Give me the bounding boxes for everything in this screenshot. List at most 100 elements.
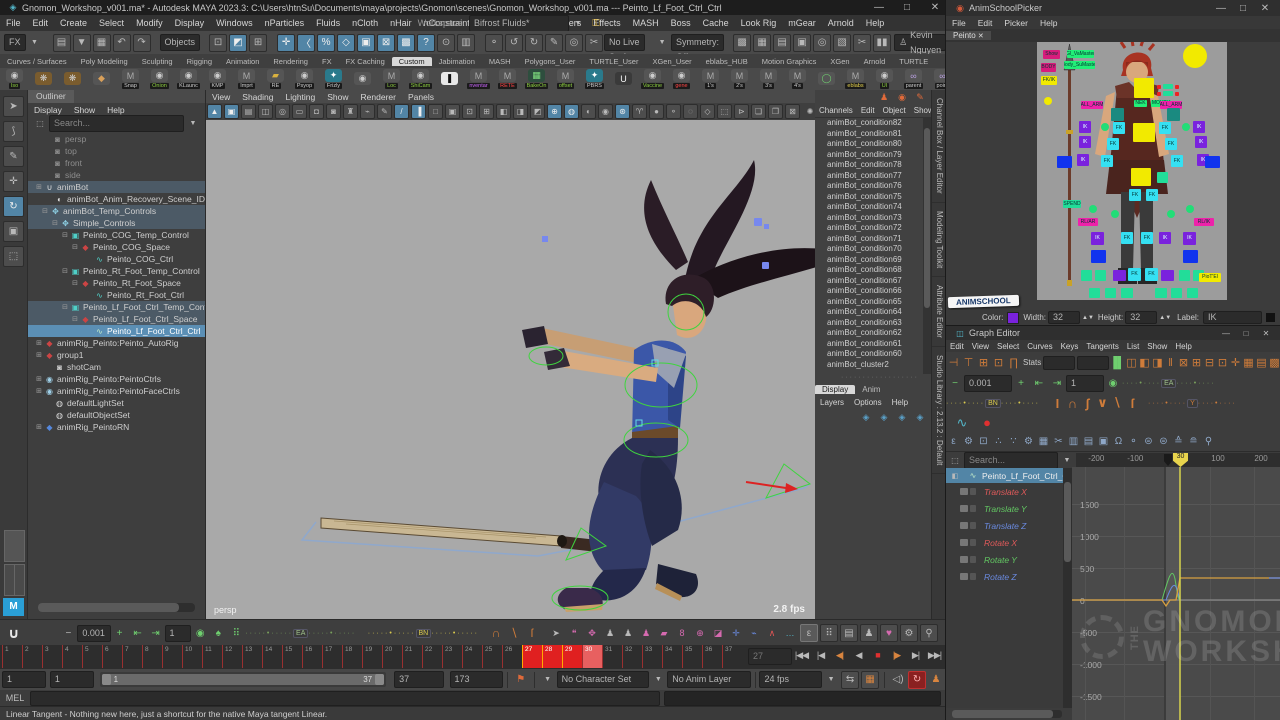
tween-slider[interactable]: ····•···· — [1122, 380, 1161, 387]
picker-select-button[interactable]: IK — [1195, 136, 1207, 148]
menu-item[interactable]: Select — [93, 18, 130, 28]
outliner-item[interactable]: ⊟ ▣ Peinto_Lf_Foot_Ctrl_Temp_Control — [28, 301, 205, 313]
viewport-toolbar-icon[interactable]: ◐ — [581, 104, 596, 119]
shelf-button[interactable]: ◆ — [87, 72, 116, 86]
viewport-toolbar-icon[interactable]: ◫ — [258, 104, 273, 119]
playback-button[interactable]: ▶▶| — [926, 647, 943, 663]
shelf-tab[interactable]: Motion Graphics — [755, 57, 824, 66]
shelf-tab[interactable]: FX — [315, 57, 339, 66]
dropdown-caret-icon[interactable]: ▼ — [650, 672, 666, 688]
channelbox-menu-item[interactable]: Channels — [815, 106, 857, 115]
buffer-curve-icon[interactable]: ⊜ — [1156, 436, 1171, 447]
viewport-toolbar-icon[interactable]: ⊞ — [479, 104, 494, 119]
animbot-tool-icon[interactable]: 8 — [674, 625, 690, 641]
user-account-button[interactable]: ♙Kevin Nguyen — [894, 34, 946, 51]
tool-icon[interactable]: ↻ — [3, 196, 24, 217]
outliner-item[interactable]: ⊟ ✥ Simple_Controls — [28, 217, 205, 229]
solo-toggle[interactable] — [970, 522, 976, 529]
outliner-item[interactable]: ◙ side — [28, 169, 205, 181]
outliner-item[interactable]: ⊟ ◆ Peinto_Rt_Foot_Space — [28, 277, 205, 289]
layer-mode-icon[interactable]: ◈ — [894, 409, 910, 425]
picker-select-button[interactable] — [1134, 78, 1154, 98]
apply-swatch[interactable] — [1266, 313, 1275, 322]
viewport-toolbar-icon[interactable]: ◎ — [275, 104, 290, 119]
tool-icon[interactable]: ⬚ — [3, 246, 24, 267]
graph-tool-icon[interactable]: ⊞ — [976, 356, 991, 369]
expand-toggle-icon[interactable]: ⊟ — [70, 279, 80, 287]
snap-icon[interactable]: ▥ — [457, 34, 475, 52]
channelbox-menu-item[interactable]: Object — [879, 106, 910, 115]
picker-select-button[interactable]: FK — [1141, 232, 1153, 244]
picker-select-button[interactable]: FK — [1146, 189, 1158, 201]
picker-select-button[interactable] — [1111, 210, 1119, 218]
dock-tab[interactable]: Studio Library : 2.13.2 : Default — [932, 347, 945, 474]
history-icon[interactable]: ↻ — [525, 34, 543, 52]
outliner-item[interactable]: ⊞ ◉ animRig_Peinto:PeintoCtrls — [28, 373, 205, 385]
picker-select-button[interactable] — [1182, 123, 1190, 131]
layout-shortcut-button[interactable] — [4, 530, 25, 562]
shelf-tab[interactable]: Jabimation — [432, 57, 482, 66]
shelf-tab[interactable]: Rendering — [266, 57, 315, 66]
outliner-item[interactable]: ◐ animBot_Anim_Recovery_Scene_ID — [28, 193, 205, 205]
graph-title-bar[interactable]: ◫ Graph Editor — □ ✕ — [946, 326, 1280, 340]
timeline-frame[interactable]: 32 — [622, 645, 642, 668]
graph-frame-icon[interactable]: ⊠ — [1177, 356, 1190, 369]
viewport-toolbar-icon[interactable]: ◙ — [326, 104, 341, 119]
outliner-item[interactable]: ⊟ ◆ Peinto_Lf_Foot_Ctrl_Space — [28, 313, 205, 325]
dropdown-caret-icon[interactable]: ▼ — [185, 116, 201, 132]
outliner-title[interactable]: Outliner — [28, 90, 74, 103]
tween-slider[interactable]: ····•···· — [1176, 380, 1215, 387]
picker-select-button[interactable]: FK — [1101, 155, 1113, 167]
picker-select-button[interactable] — [1205, 156, 1220, 168]
timeline-frame[interactable]: 21 — [402, 645, 422, 668]
render-icon[interactable]: ✂ — [853, 34, 871, 52]
selection-mask-icon[interactable]: ◩ — [229, 34, 247, 52]
picker-select-button[interactable] — [1101, 123, 1109, 131]
layer-menu-item[interactable]: Layers — [815, 398, 849, 407]
buffer-curve-icon[interactable]: ⚙ — [1021, 436, 1036, 447]
shelf-button[interactable]: ▰ RE — [261, 69, 290, 89]
buffer-curve-icon[interactable]: ∴ — [991, 436, 1006, 447]
fx-menu-select[interactable]: FX — [4, 34, 26, 51]
selection-mask-icon[interactable]: ⊞ — [249, 34, 267, 52]
visibility-icon[interactable]: ◧ — [947, 468, 963, 484]
layer-menu-item[interactable]: Options — [849, 398, 887, 407]
viewport-menu-item[interactable]: Show — [321, 92, 354, 102]
timeline-frame[interactable]: 6 — [102, 645, 122, 668]
snap-icon[interactable]: ⊙ — [437, 34, 455, 52]
channel-scrollbar[interactable] — [923, 118, 931, 374]
shelf-button[interactable]: ◉ — [348, 72, 377, 86]
solo-toggle[interactable] — [970, 539, 976, 546]
shelf-button[interactable]: ◉ ShiCam — [406, 69, 435, 89]
expand-toggle-icon[interactable]: ⊞ — [34, 351, 44, 359]
graph-frame-icon[interactable]: ✛ — [1229, 356, 1242, 369]
shelf-tab[interactable]: Polygons_User — [518, 57, 583, 66]
menu-item[interactable]: nHair — [384, 18, 418, 28]
animbot-tool-icon[interactable]: ∧ — [764, 625, 780, 641]
shelf-button[interactable]: M eblabs — [841, 69, 870, 89]
shelf-button[interactable]: M RETE — [493, 69, 522, 89]
render-icon[interactable]: ▩ — [733, 34, 751, 52]
history-icon[interactable]: ✎ — [545, 34, 563, 52]
shelf-button[interactable]: ❋ — [29, 72, 58, 86]
viewport-toolbar-icon[interactable]: ▣ — [224, 104, 239, 119]
viewport-toolbar-icon[interactable]: ⊳ — [734, 104, 749, 119]
tool-icon[interactable]: ▣ — [3, 221, 24, 242]
picker-select-button[interactable] — [1095, 270, 1106, 281]
menu-item[interactable]: mGear — [782, 18, 822, 28]
picker-select-button[interactable]: ALL_ARM — [1081, 101, 1103, 109]
timeline-frame[interactable]: 34 — [662, 645, 682, 668]
workspace-select[interactable]: Bifrost Fluids* — [469, 15, 569, 32]
graph-channel-row[interactable]: Translate Z — [946, 517, 1063, 534]
outliner-item[interactable]: ◙ persp — [28, 133, 205, 145]
viewport-toolbar-icon[interactable]: ▤ — [241, 104, 256, 119]
animbot-tool-icon[interactable]: ⊕ — [692, 625, 708, 641]
picker-select-button[interactable]: IK — [1079, 136, 1091, 148]
buffer-curve-icon[interactable]: ▤ — [1081, 436, 1096, 447]
curve-filter-icon[interactable]: ∿ — [954, 415, 970, 431]
picker-select-button[interactable] — [1089, 288, 1100, 298]
graph-frame-field[interactable]: 1 — [1066, 375, 1104, 392]
tangent-type-icon[interactable]: ∩ — [1065, 396, 1080, 411]
picker-select-button[interactable]: FK — [1165, 138, 1177, 150]
buffer-curve-icon[interactable]: ▥ — [1066, 436, 1081, 447]
